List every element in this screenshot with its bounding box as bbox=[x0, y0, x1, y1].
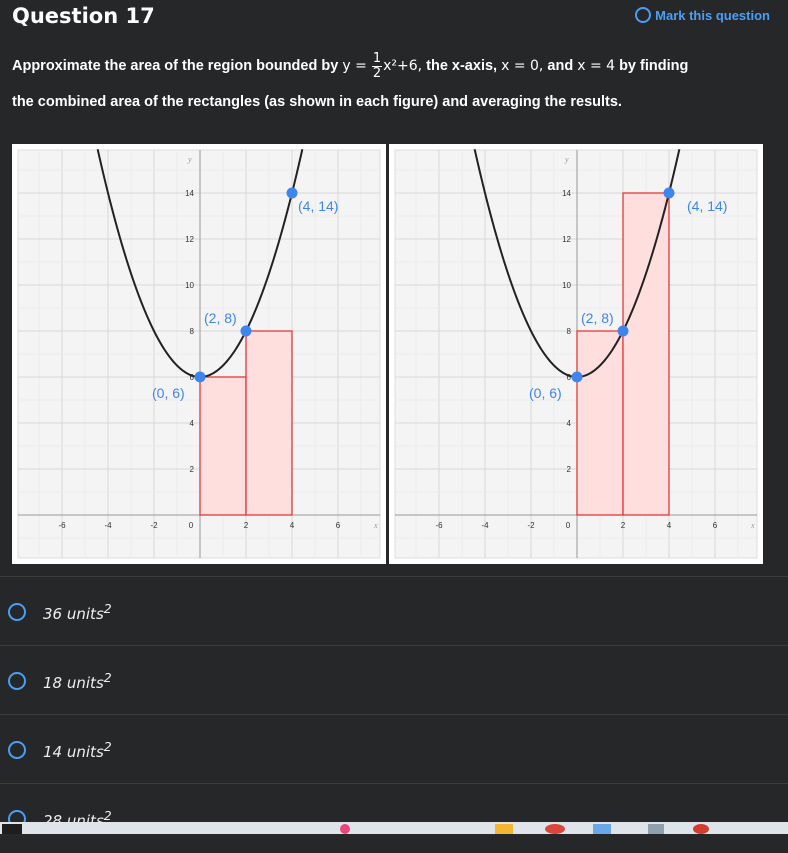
x-tick-label: -4 bbox=[104, 521, 112, 530]
folder-icon[interactable] bbox=[495, 824, 513, 834]
point-label: (4, 14) bbox=[687, 198, 727, 214]
y-axis-label: y bbox=[187, 155, 192, 164]
data-point bbox=[571, 371, 583, 383]
point-label: (0, 6) bbox=[152, 385, 185, 401]
x-tick-label: -2 bbox=[150, 521, 158, 530]
rectangle bbox=[199, 376, 247, 516]
prompt-x0: x = 0, bbox=[501, 58, 544, 74]
radio-icon[interactable] bbox=[8, 740, 26, 759]
app-icon[interactable] bbox=[340, 824, 350, 834]
app-icon[interactable] bbox=[593, 824, 611, 834]
rectangle bbox=[576, 330, 624, 516]
x-axis-label: x bbox=[750, 521, 755, 530]
answer-option-2[interactable]: 18 units2 bbox=[0, 645, 788, 715]
prompt-x4: x = 4 bbox=[577, 58, 616, 74]
prompt-and: and bbox=[547, 58, 574, 74]
app-icon[interactable] bbox=[648, 824, 664, 834]
prompt-text-2: the x-axis, bbox=[426, 58, 498, 74]
x-tick-label: -6 bbox=[435, 521, 443, 530]
rectangle bbox=[622, 192, 670, 516]
x-tick-label: 0 bbox=[566, 521, 571, 530]
prompt-y: y = bbox=[342, 58, 367, 74]
point-label: (2, 8) bbox=[204, 310, 237, 326]
start-icon[interactable] bbox=[2, 824, 22, 834]
chrome-icon[interactable] bbox=[545, 824, 565, 834]
fraction-denominator: 2 bbox=[372, 65, 382, 81]
option-label: 36 units2 bbox=[43, 600, 112, 623]
data-point bbox=[240, 325, 252, 337]
x-tick-label: -6 bbox=[58, 521, 66, 530]
x-tick-label: 6 bbox=[713, 521, 718, 530]
question-title: Question 17 bbox=[12, 4, 155, 28]
x-tick-label: 6 bbox=[336, 521, 341, 530]
x-tick-label: 2 bbox=[244, 521, 249, 530]
y-tick-label: 2 bbox=[190, 465, 195, 474]
y-tick-label: 10 bbox=[562, 281, 571, 290]
prompt-expression: x²+6, bbox=[383, 58, 423, 74]
mark-question-button[interactable]: Mark this question bbox=[635, 7, 770, 23]
answer-option-3[interactable]: 14 units2 bbox=[0, 714, 788, 784]
taskbar bbox=[0, 822, 788, 834]
x-tick-label: 4 bbox=[667, 521, 672, 530]
graph-right: -6 -4 -2 0 2 4 62468101214xy(0, 6)(2, 8)(4, 14… bbox=[394, 149, 758, 559]
x-tick-label: 2 bbox=[621, 521, 626, 530]
answer-option-1[interactable]: 36 units2 bbox=[0, 576, 788, 646]
y-tick-label: 8 bbox=[567, 327, 572, 336]
option-label: 18 units2 bbox=[43, 669, 112, 692]
y-tick-label: 4 bbox=[567, 419, 572, 428]
option-label: 14 units2 bbox=[43, 738, 112, 761]
figure-right: -6 -4 -2 0 2 4 6 2 4 6 8 10 12 14 x y (0, 6) (2, 8) (4, 14… bbox=[389, 144, 763, 564]
y-tick-label: 2 bbox=[567, 465, 572, 474]
prompt-text-line2: the combined area of the rectangles (as … bbox=[12, 94, 622, 110]
data-point bbox=[286, 187, 298, 199]
y-tick-label: 14 bbox=[185, 189, 194, 198]
data-point bbox=[617, 325, 629, 337]
fraction: 12 bbox=[371, 50, 383, 81]
prompt-text-3: by finding bbox=[619, 58, 689, 74]
data-point bbox=[194, 371, 206, 383]
question-prompt: Approximate the area of the region bound… bbox=[12, 48, 772, 120]
mark-question-label: Mark this question bbox=[655, 7, 770, 23]
rectangle bbox=[245, 330, 293, 516]
y-tick-label: 8 bbox=[190, 327, 195, 336]
point-label: (2, 8) bbox=[581, 310, 614, 326]
radio-icon[interactable] bbox=[8, 671, 26, 690]
x-tick-label: -4 bbox=[481, 521, 489, 530]
point-label: (0, 6) bbox=[529, 385, 562, 401]
question-header: Question 17 Mark this question bbox=[0, 0, 788, 40]
graph-left: -6 -4 -2 0 2 4 62468101214xy(0, 6)(2, 8)(4, 14… bbox=[17, 149, 381, 559]
y-tick-label: 4 bbox=[190, 419, 195, 428]
prompt-text: Approximate the area of the region bound… bbox=[12, 58, 339, 74]
point-label: (4, 14) bbox=[298, 198, 338, 214]
x-tick-label: -2 bbox=[527, 521, 535, 530]
y-tick-label: 14 bbox=[562, 189, 571, 198]
radio-icon[interactable] bbox=[8, 602, 26, 621]
answer-option-4[interactable]: 28 units2 bbox=[0, 783, 788, 853]
app-icon[interactable] bbox=[693, 824, 709, 834]
x-tick-label: 0 bbox=[189, 521, 194, 530]
x-tick-label: 4 bbox=[290, 521, 295, 530]
y-axis-label: y bbox=[564, 155, 569, 164]
y-tick-label: 12 bbox=[185, 235, 194, 244]
figure-left: -6 -4 -2 0 2 4 6 2 4 6 8 10 12 14 x y (0, 6) (2, 8) (4, 14… bbox=[12, 144, 386, 564]
data-point bbox=[663, 187, 675, 199]
y-tick-label: 12 bbox=[562, 235, 571, 244]
circle-icon bbox=[635, 7, 652, 23]
fraction-numerator: 1 bbox=[371, 50, 383, 67]
x-axis-label: x bbox=[373, 521, 378, 530]
y-tick-label: 10 bbox=[185, 281, 194, 290]
